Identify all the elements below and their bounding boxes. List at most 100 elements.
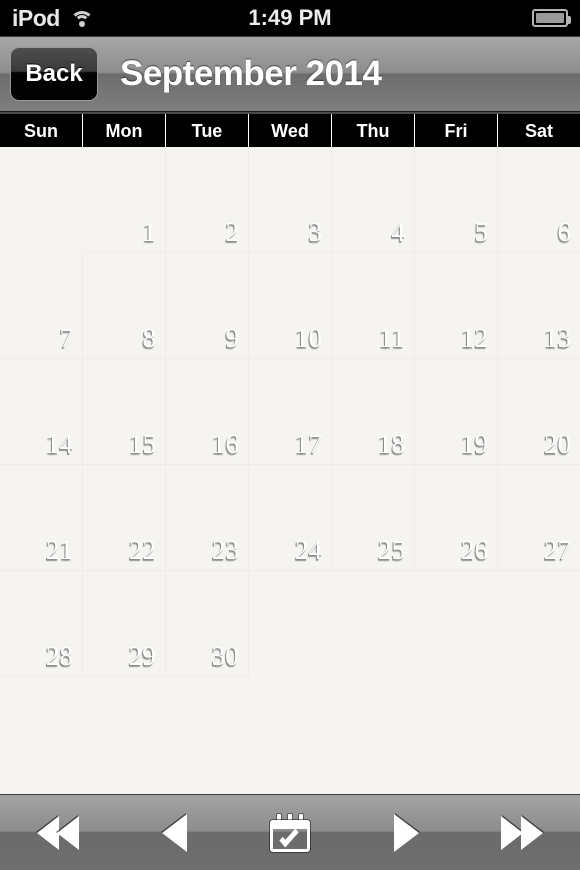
calendar-day-cell[interactable]: 1: [83, 147, 166, 253]
right-triangle-icon: [393, 813, 419, 852]
calendar-day-cell[interactable]: 26: [415, 465, 498, 571]
day-number: 24: [295, 535, 322, 565]
calendar-empty-cell: [82, 677, 166, 783]
day-number: 28: [45, 641, 73, 671]
day-number: 11: [379, 323, 405, 353]
next-button[interactable]: [370, 806, 442, 860]
carrier-label: iPod: [12, 4, 60, 31]
calendar-day-cell[interactable]: 4: [332, 147, 415, 253]
day-number: 25: [378, 535, 405, 565]
calendar-week-row: 1 2 3 4 5 6: [0, 147, 580, 253]
day-number: 21: [46, 535, 73, 565]
calendar-empty-cell: [248, 677, 332, 783]
calendar-day-cell[interactable]: 7: [0, 253, 83, 359]
calendar-day-cell[interactable]: 17: [249, 359, 332, 465]
day-number: 23: [212, 535, 239, 565]
calendar-day-cell[interactable]: 22: [83, 465, 166, 571]
day-number: 26: [461, 535, 488, 565]
calendar-day-cell[interactable]: 23: [166, 465, 249, 571]
calendar-day-cell[interactable]: 10: [249, 253, 332, 359]
calendar-day-cell[interactable]: 25: [332, 465, 415, 571]
calendar-day-cell[interactable]: 13: [498, 253, 580, 359]
left-triangle-icon: [161, 813, 187, 852]
day-number: 19: [461, 429, 488, 459]
previous-button[interactable]: [138, 806, 210, 860]
back-button[interactable]: Back: [10, 47, 98, 101]
calendar-empty-cell: [0, 677, 83, 783]
day-number: 30: [211, 641, 239, 671]
day-number: 1: [142, 217, 157, 247]
calendar-day-cell[interactable]: 28: [0, 571, 83, 677]
calendar-empty-cell: [497, 571, 580, 677]
calendar-day-cell[interactable]: 9: [166, 253, 249, 359]
day-number: 20: [544, 429, 571, 459]
calendar-day-cell[interactable]: 19: [415, 359, 498, 465]
calendar-empty-cell: [414, 571, 498, 677]
day-number: 16: [212, 429, 239, 459]
day-number: 27: [544, 535, 571, 565]
wifi-icon: [69, 8, 95, 28]
calendar-grid: 1 2 3 4 5 6 7 8 9 10 11 12 13 14 15 16 17 18 19 20 21 22 23 24 2…: [0, 147, 580, 794]
calendar-day-cell[interactable]: 12: [415, 253, 498, 359]
rewind-button[interactable]: [22, 806, 94, 860]
day-number: 12: [461, 323, 488, 353]
calendar-day-cell[interactable]: 14: [0, 359, 83, 465]
app-screen: iPod 1:49 PM Back September 2014 Sun Mon…: [0, 0, 580, 870]
calendar-day-cell[interactable]: 6: [498, 147, 580, 253]
today-button[interactable]: [254, 806, 326, 860]
calendar-day-cell[interactable]: 11: [332, 253, 415, 359]
weekday-header-wed: Wed: [249, 114, 332, 147]
weekday-header-row: Sun Mon Tue Wed Thu Fri Sat: [0, 112, 580, 147]
status-bar: iPod 1:49 PM: [0, 0, 580, 36]
calendar-day-cell[interactable]: 29: [82, 571, 166, 677]
weekday-header-sat: Sat: [524, 120, 553, 141]
weekday-header-sun: Sun: [0, 114, 83, 147]
calendar-empty-cell: [497, 677, 580, 783]
calendar-empty-cell: [165, 677, 249, 783]
calendar-empty-cell: [331, 677, 415, 783]
day-number: 29: [128, 641, 156, 671]
calendar-check-icon: [270, 813, 310, 852]
calendar-day-cell[interactable]: 24: [249, 465, 332, 571]
calendar-day-cell[interactable]: 5: [415, 147, 498, 253]
day-number: 2: [225, 217, 240, 247]
day-number: 22: [129, 535, 156, 565]
calendar-day-cell[interactable]: 20: [498, 359, 580, 465]
calendar-week-row: [0, 677, 580, 783]
calendar-empty-cell: [331, 571, 415, 677]
calendar-empty-cell: [414, 677, 498, 783]
weekday-header-mon: Mon: [83, 114, 166, 147]
calendar-day-cell[interactable]: 16: [166, 359, 249, 465]
status-bar-right: [532, 9, 571, 27]
day-number: 9: [225, 323, 240, 353]
day-number: 15: [129, 429, 156, 459]
calendar-week-row: 28 29 30: [0, 571, 580, 677]
weekday-header-thu: Thu: [332, 114, 415, 147]
day-number: 6: [557, 217, 572, 247]
calendar-day-cell[interactable]: 27: [498, 465, 580, 571]
day-number: 7: [59, 323, 74, 353]
day-number: 8: [142, 323, 157, 353]
calendar-day-cell[interactable]: 30: [165, 571, 249, 677]
bottom-toolbar: [0, 794, 580, 870]
day-number: 13: [544, 323, 571, 353]
day-number: 17: [295, 429, 322, 459]
navigation-bar: Back September 2014: [0, 36, 580, 112]
weekday-header-fri: Fri: [415, 114, 498, 147]
day-number: 10: [295, 323, 322, 353]
calendar-day-cell[interactable]: 18: [332, 359, 415, 465]
weekday-header-tue: Tue: [166, 114, 249, 147]
calendar-day-cell[interactable]: 8: [83, 253, 166, 359]
calendar-day-cell[interactable]: 2: [166, 147, 249, 253]
calendar-day-cell[interactable]: 3: [249, 147, 332, 253]
day-number: 14: [46, 429, 73, 459]
calendar-day-cell[interactable]: 15: [83, 359, 166, 465]
calendar-empty-cell: [248, 571, 332, 677]
calendar-empty-cell: [0, 147, 83, 253]
calendar-week-row: 21 22 23 24 25 26 27: [0, 465, 580, 571]
calendar-day-cell[interactable]: 21: [0, 465, 83, 571]
day-number: 3: [308, 217, 323, 247]
fast-forward-button[interactable]: [486, 806, 558, 860]
double-right-triangle-icon: [501, 815, 543, 850]
calendar-week-row: 7 8 9 10 11 12 13: [0, 253, 580, 359]
